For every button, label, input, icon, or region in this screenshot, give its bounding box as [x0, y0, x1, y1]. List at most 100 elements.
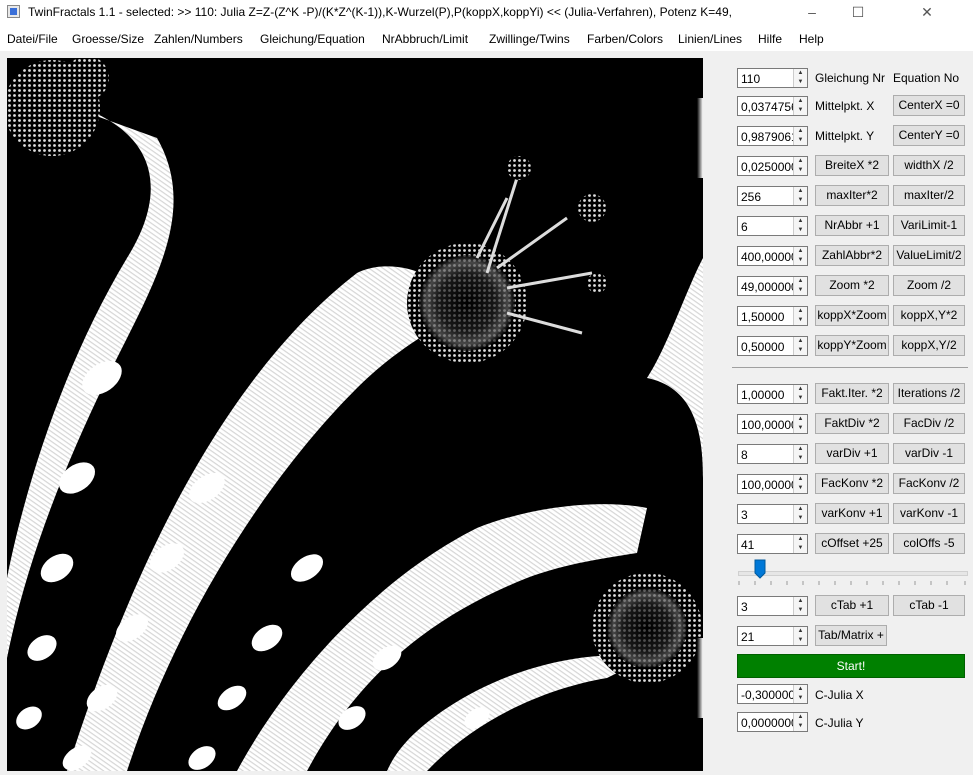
coffset-inc-button[interactable]: cOffset +25 [815, 533, 889, 554]
spin-up-icon[interactable]: ▲ [794, 157, 807, 166]
koppx-spinbox[interactable]: 1,50000 ▲ ▼ [737, 306, 808, 326]
center-y-zero-button[interactable]: CenterY =0 [893, 125, 965, 146]
zahlabbr-spinbox[interactable]: 400,000000 ▲▼ [737, 246, 808, 266]
spin-up-icon[interactable]: ▲ [794, 247, 807, 256]
maxiter-mul-button[interactable]: maxIter*2 [815, 185, 889, 206]
close-button[interactable]: ✕ [881, 0, 973, 24]
spin-up-icon[interactable]: ▲ [794, 385, 807, 394]
ctab-inc-button[interactable]: cTab +1 [815, 595, 889, 616]
menu-limit[interactable]: NrAbbruch/Limit [382, 32, 468, 46]
faktdiv-spinbox[interactable]: 100,000000 ▲▼ [737, 414, 808, 434]
start-button[interactable]: Start! [737, 654, 965, 678]
menu-twins[interactable]: Zwillinge/Twins [489, 32, 570, 46]
color-slider-track[interactable] [738, 571, 968, 576]
center-y-spinbox[interactable]: 0,98790610 ▲▼ [737, 126, 808, 146]
faktiter-mul-button[interactable]: Fakt.Iter. *2 [815, 383, 889, 404]
cjulia-x-spinbox[interactable]: -0,3000000 ▲▼ [737, 684, 808, 704]
spin-down-icon[interactable]: ▼ [794, 722, 807, 731]
spin-down-icon[interactable]: ▼ [794, 484, 807, 493]
koppxy-div-button[interactable]: koppX,Y/2 [893, 335, 965, 356]
fackonv-div-button[interactable]: FacKonv /2 [893, 473, 965, 494]
spin-up-icon[interactable]: ▲ [794, 445, 807, 454]
spin-up-icon[interactable]: ▲ [794, 277, 807, 286]
varkonv-spinbox[interactable]: 3 ▲ ▼ [737, 504, 808, 524]
spin-down-icon[interactable]: ▼ [794, 106, 807, 115]
fackonv-mul-button[interactable]: FacKonv *2 [815, 473, 889, 494]
tabmatrix-spinbox[interactable]: 21 ▲ ▼ [737, 626, 808, 646]
tabmatrix-inc-button[interactable]: Tab/Matrix + [815, 625, 887, 646]
spin-down-icon[interactable]: ▼ [794, 226, 807, 235]
nrabbr-spinbox[interactable]: 6 ▲ ▼ [737, 216, 808, 236]
spin-down-icon[interactable]: ▼ [794, 196, 807, 205]
width-mul-button[interactable]: BreiteX *2 [815, 155, 889, 176]
zahlabbr-mul-button[interactable]: ZahlAbbr*2 [815, 245, 889, 266]
menu-numbers[interactable]: Zahlen/Numbers [154, 32, 243, 46]
spin-up-icon[interactable]: ▲ [794, 505, 807, 514]
spin-down-icon[interactable]: ▼ [794, 346, 807, 355]
zoom-spinbox[interactable]: 49,000000 ▲ ▼ [737, 276, 808, 296]
spin-down-icon[interactable]: ▼ [794, 636, 807, 645]
color-slider-thumb[interactable] [754, 559, 766, 579]
menu-hilfe[interactable]: Hilfe [758, 32, 782, 46]
nrabbr-inc-button[interactable]: NrAbbr +1 [815, 215, 889, 236]
minimize-button[interactable]: – [789, 0, 835, 24]
coloffs-dec-button[interactable]: colOffs -5 [893, 533, 965, 554]
spin-down-icon[interactable]: ▼ [794, 316, 807, 325]
spin-down-icon[interactable]: ▼ [794, 394, 807, 403]
valuelimit-div-button[interactable]: ValueLimit/2 [893, 245, 965, 266]
center-x-zero-button[interactable]: CenterX =0 [893, 95, 965, 116]
width-div-button[interactable]: widthX /2 [893, 155, 965, 176]
menu-file[interactable]: Datei/File [7, 32, 58, 46]
spin-down-icon[interactable]: ▼ [794, 256, 807, 265]
spin-down-icon[interactable]: ▼ [794, 286, 807, 295]
spin-up-icon[interactable]: ▲ [794, 685, 807, 694]
menu-help[interactable]: Help [799, 32, 824, 46]
iterations-div-button[interactable]: Iterations /2 [893, 383, 965, 404]
spin-down-icon[interactable]: ▼ [794, 694, 807, 703]
menu-lines[interactable]: Linien/Lines [678, 32, 742, 46]
equation-nr-spinbox[interactable]: 110 ▲ ▼ [737, 68, 808, 88]
spin-up-icon[interactable]: ▲ [794, 69, 807, 78]
faktdiv-mul-button[interactable]: FaktDiv *2 [815, 413, 889, 434]
spin-up-icon[interactable]: ▲ [794, 597, 807, 606]
maxiter-spinbox[interactable]: 256 ▲ ▼ [737, 186, 808, 206]
zoom-mul-button[interactable]: Zoom *2 [815, 275, 889, 296]
maxiter-div-button[interactable]: maxIter/2 [893, 185, 965, 206]
spin-up-icon[interactable]: ▲ [794, 535, 807, 544]
spin-up-icon[interactable]: ▲ [794, 627, 807, 636]
fractal-canvas[interactable] [7, 58, 703, 771]
spin-up-icon[interactable]: ▲ [794, 475, 807, 484]
spin-up-icon[interactable]: ▲ [794, 217, 807, 226]
spin-down-icon[interactable]: ▼ [794, 136, 807, 145]
menu-size[interactable]: Groesse/Size [72, 32, 144, 46]
varilimit-dec-button[interactable]: VariLimit-1 [893, 215, 965, 236]
vardiv-spinbox[interactable]: 8 ▲ ▼ [737, 444, 808, 464]
menu-colors[interactable]: Farben/Colors [587, 32, 663, 46]
facdiv-div-button[interactable]: FacDiv /2 [893, 413, 965, 434]
coffset-spinbox[interactable]: 41 ▲ ▼ [737, 534, 808, 554]
vardiv-inc-button[interactable]: varDiv +1 [815, 443, 889, 464]
maximize-button[interactable]: ☐ [835, 0, 881, 24]
spin-down-icon[interactable]: ▼ [794, 424, 807, 433]
cjulia-y-spinbox[interactable]: 0,0000000 ▲ ▼ [737, 712, 808, 732]
spin-up-icon[interactable]: ▲ [794, 415, 807, 424]
vardiv-dec-button[interactable]: varDiv -1 [893, 443, 965, 464]
spin-up-icon[interactable]: ▲ [794, 337, 807, 346]
spin-down-icon[interactable]: ▼ [794, 454, 807, 463]
spin-down-icon[interactable]: ▼ [794, 544, 807, 553]
varkonv-dec-button[interactable]: varKonv -1 [893, 503, 965, 524]
zoom-div-button[interactable]: Zoom /2 [893, 275, 965, 296]
width-spinbox[interactable]: 0,02500000 ▲▼ [737, 156, 808, 176]
center-x-spinbox[interactable]: 0,03747560 ▲▼ [737, 96, 808, 116]
spin-up-icon[interactable]: ▲ [794, 307, 807, 316]
koppy-spinbox[interactable]: 0,50000 ▲ ▼ [737, 336, 808, 356]
spin-down-icon[interactable]: ▼ [794, 606, 807, 615]
spin-up-icon[interactable]: ▲ [794, 713, 807, 722]
spin-up-icon[interactable]: ▲ [794, 97, 807, 106]
koppy-zoom-button[interactable]: koppY*Zoom [815, 335, 889, 356]
spin-down-icon[interactable]: ▼ [794, 514, 807, 523]
spin-down-icon[interactable]: ▼ [794, 166, 807, 175]
fackonv-spinbox[interactable]: 100,000000 ▲▼ [737, 474, 808, 494]
koppxy-mul-button[interactable]: koppX,Y*2 [893, 305, 965, 326]
menu-equation[interactable]: Gleichung/Equation [260, 32, 365, 46]
